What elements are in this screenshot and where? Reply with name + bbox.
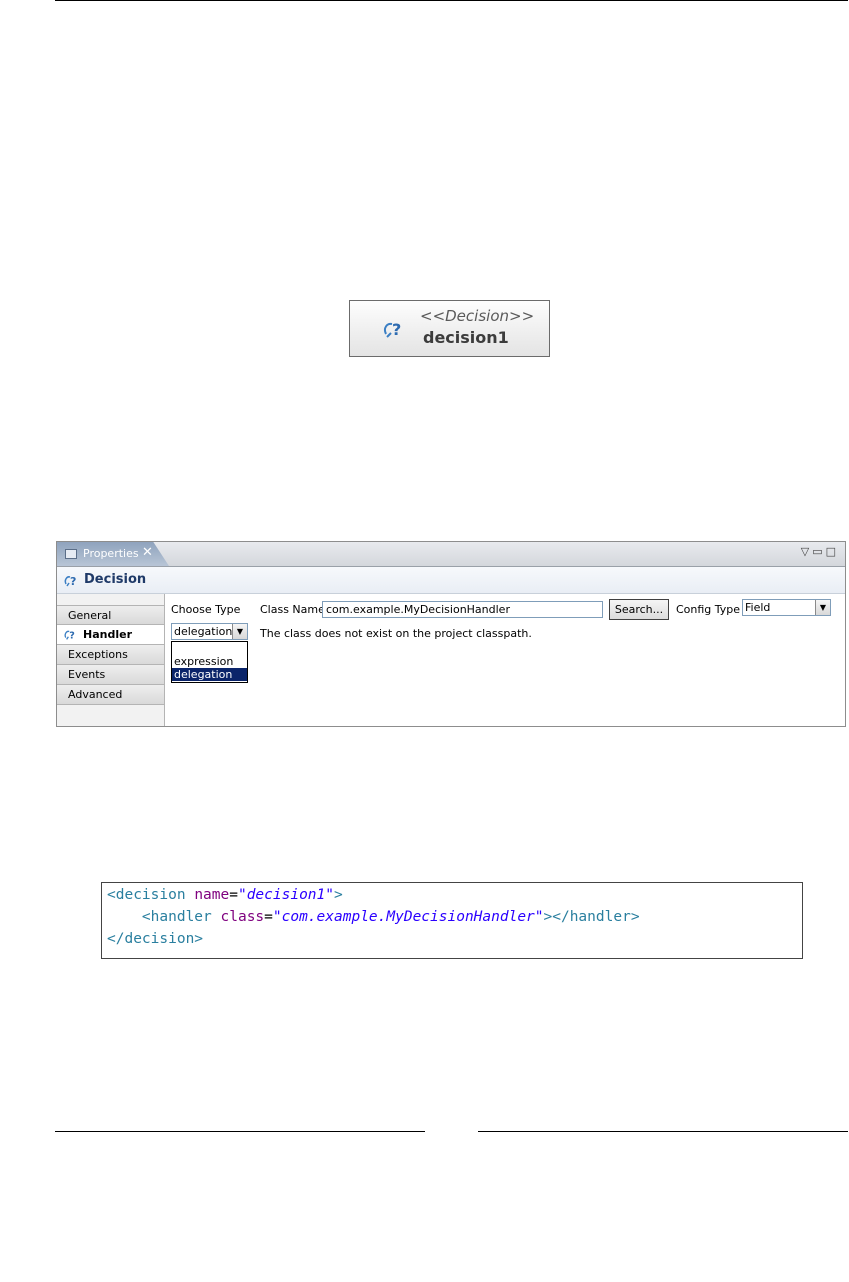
sidebar-item-handler[interactable]: ? Handler [57,625,164,645]
decision-icon: ? [64,575,76,588]
chevron-down-icon[interactable]: ▼ [232,624,247,639]
minimize-icon[interactable]: ▭ [812,545,825,558]
sidebar-item-label: Handler [83,628,132,641]
node-stereotype: <<Decision>> [420,307,535,325]
sidebar-item-events[interactable]: Events [57,665,164,685]
sidebar-item-exceptions[interactable]: Exceptions [57,645,164,665]
class-name-error: The class does not exist on the project … [260,627,532,640]
view-menu-icon[interactable]: ▽ [801,545,812,558]
sidebar-item-advanced[interactable]: Advanced [57,685,164,705]
decision-icon: ? [64,631,75,642]
config-type-select[interactable]: Field ▼ [742,599,831,616]
choose-type-value: delegation [174,625,233,638]
properties-view: Properties ✕ ▽▭□ ? Decision General ? Ha… [56,541,846,727]
section-header: ? Decision [57,567,845,594]
config-type-value: Field [745,601,771,614]
sidebar-item-general[interactable]: General [57,605,164,625]
close-icon[interactable]: ✕ [142,545,153,560]
svg-text:?: ? [69,631,75,642]
properties-icon [65,549,77,559]
svg-text:?: ? [392,320,401,339]
tab-label: Properties [83,547,139,560]
code-line-2: <handler class="com.example.MyDecisionHa… [141,909,640,925]
top-rule [55,0,848,1]
chevron-down-icon[interactable]: ▼ [815,600,830,615]
properties-sidebar: General ? Handler Exceptions Events Adva… [57,594,165,726]
choose-type-label: Choose Type [171,603,241,616]
decision-node[interactable]: ? <<Decision>> decision1 [349,300,550,357]
maximize-icon[interactable]: □ [826,545,839,558]
class-name-input[interactable]: com.example.MyDecisionHandler [322,601,603,618]
xml-code-snippet: <decision name="decision1"> <handler cla… [101,882,803,959]
bottom-rule-right [478,1131,848,1132]
tab-properties[interactable]: Properties ✕ [57,542,169,566]
config-type-label: Config Type [676,603,741,616]
svg-text:?: ? [70,575,76,588]
view-tab-bar: Properties ✕ ▽▭□ [57,542,845,567]
decision-icon: ? [383,320,401,339]
search-button[interactable]: Search... [609,599,669,620]
choose-type-dropdown: expression delegation [171,641,248,683]
option-expression[interactable]: expression [172,655,247,668]
view-window-controls: ▽▭□ [801,545,839,558]
class-name-label: Class Name [260,603,325,616]
choose-type-select[interactable]: delegation ▼ [171,623,248,640]
code-line-3: </decision> [107,931,204,947]
bottom-rule-left [55,1131,425,1132]
option-delegation[interactable]: delegation [172,668,247,681]
node-name: decision1 [423,328,509,347]
code-line-1: <decision name="decision1"> [107,887,343,903]
section-title: Decision [84,572,147,587]
